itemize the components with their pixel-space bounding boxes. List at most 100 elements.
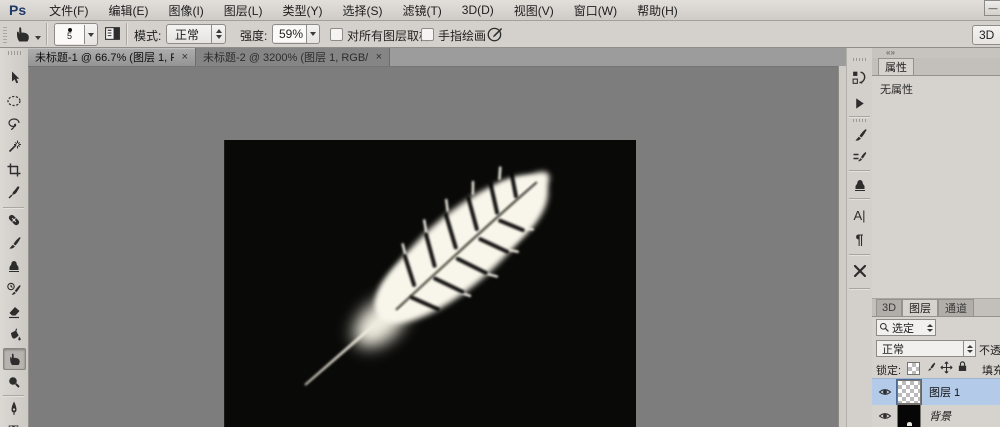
visibility-eye-icon[interactable] bbox=[878, 387, 892, 397]
strength-input[interactable]: 59% bbox=[272, 24, 320, 44]
workspace-switcher-3d[interactable]: 3D bbox=[972, 25, 1000, 45]
character-panel-button[interactable]: A| bbox=[847, 204, 872, 226]
dock-grip[interactable] bbox=[853, 58, 866, 61]
tab-3d-label: 3D bbox=[881, 302, 897, 314]
dock-grip[interactable] bbox=[853, 119, 866, 122]
layer-filter-select[interactable]: 选定 bbox=[876, 319, 936, 336]
brush-size-picker[interactable]: 5 bbox=[54, 23, 98, 46]
visibility-eye-icon[interactable] bbox=[878, 411, 892, 421]
history-brush-icon bbox=[6, 282, 21, 295]
tool-presets-panel-button[interactable] bbox=[847, 260, 872, 282]
separator bbox=[46, 23, 48, 45]
tool-crop[interactable] bbox=[3, 160, 24, 180]
layer-row-background[interactable]: 背景 bbox=[872, 403, 1000, 427]
menu-window[interactable]: 窗口(W) bbox=[564, 2, 627, 19]
tool-elliptical-marquee[interactable] bbox=[3, 91, 24, 111]
doc-tab-2-close-icon[interactable]: × bbox=[376, 51, 382, 63]
tool-clone-stamp[interactable] bbox=[3, 256, 24, 276]
collapse-panels-icon[interactable]: «» bbox=[886, 48, 895, 57]
tool-magic-wand[interactable] bbox=[3, 137, 24, 157]
tool-smudge[interactable] bbox=[3, 348, 26, 370]
dock-separator bbox=[849, 288, 870, 289]
actions-panel-button[interactable] bbox=[847, 92, 872, 114]
mode-select[interactable]: 正常 bbox=[166, 24, 226, 44]
tools-separator bbox=[3, 207, 24, 208]
tool-history-brush[interactable] bbox=[3, 279, 24, 299]
tool-type[interactable]: T bbox=[3, 421, 24, 427]
background-layer-name[interactable]: 背景 bbox=[929, 408, 951, 424]
doc-tab-2[interactable]: 未标题-2 @ 3200% (图层 1, RGB/8) * × bbox=[196, 48, 390, 66]
character-panel-icon: A| bbox=[853, 207, 866, 223]
tool-paint-bucket[interactable] bbox=[3, 325, 24, 345]
dock-separator bbox=[849, 116, 870, 117]
stamp-icon bbox=[854, 179, 865, 191]
finger-painting-checkbox[interactable] bbox=[421, 28, 434, 41]
lock-pixels-icon[interactable] bbox=[924, 361, 937, 374]
menu-filter[interactable]: 滤镜(T) bbox=[392, 2, 451, 19]
menu-type[interactable]: 类型(Y) bbox=[272, 2, 332, 19]
tablet-pressure-button[interactable] bbox=[486, 25, 504, 43]
clone-stamp-panel-button[interactable] bbox=[847, 174, 872, 196]
menu-image[interactable]: 图像(I) bbox=[158, 2, 213, 19]
tab-3d[interactable]: 3D bbox=[876, 299, 902, 316]
paragraph-panel-button[interactable]: ¶ bbox=[847, 228, 872, 250]
tab-channels[interactable]: 通道 bbox=[938, 299, 974, 316]
layers-panel: 3D 图层 通道 选定 正常 不透明度: 锁定: bbox=[872, 298, 1000, 427]
layer1-name[interactable]: 图层 1 bbox=[929, 384, 960, 400]
properties-panel-header[interactable]: «» bbox=[872, 48, 1000, 58]
tab-properties[interactable]: 属性 bbox=[878, 58, 914, 75]
menu-select[interactable]: 选择(S) bbox=[332, 2, 392, 19]
tool-dodge[interactable] bbox=[3, 372, 24, 392]
tools-grip[interactable] bbox=[8, 51, 21, 55]
tools-separator bbox=[3, 395, 24, 396]
tab-layers-label: 图层 bbox=[909, 303, 931, 315]
document-canvas[interactable] bbox=[224, 140, 636, 427]
tool-eraser[interactable] bbox=[3, 302, 24, 322]
minimize-button[interactable]: — bbox=[984, 0, 1000, 16]
menu-help[interactable]: 帮助(H) bbox=[627, 2, 688, 19]
actions-play-icon bbox=[856, 97, 864, 109]
layer-row-layer1[interactable]: 图层 1 bbox=[872, 378, 1000, 405]
lock-all-icon[interactable] bbox=[956, 360, 969, 373]
menu-layer[interactable]: 图层(L) bbox=[214, 2, 273, 19]
workspace-label: 3D bbox=[979, 28, 995, 42]
background-thumbnail[interactable] bbox=[897, 403, 921, 427]
tool-brush[interactable] bbox=[3, 233, 24, 253]
tool-pen[interactable] bbox=[3, 398, 24, 418]
tool-lasso[interactable] bbox=[3, 114, 24, 134]
menu-edit[interactable]: 编辑(E) bbox=[98, 2, 158, 19]
doc-tab-1-close-icon[interactable]: × bbox=[182, 51, 188, 63]
menu-3d[interactable]: 3D(D) bbox=[452, 3, 504, 17]
tool-preset-dropdown-arrow[interactable] bbox=[35, 36, 41, 40]
lock-position-icon[interactable] bbox=[940, 361, 953, 374]
tab-layers[interactable]: 图层 bbox=[902, 299, 938, 316]
lock-transparency-icon[interactable] bbox=[907, 362, 920, 375]
smudge-tool-preset-button[interactable] bbox=[13, 24, 33, 44]
sample-all-layers-checkbox[interactable] bbox=[330, 28, 343, 41]
toggle-brush-panel-button[interactable] bbox=[104, 25, 121, 42]
brush-presets-panel-button[interactable] bbox=[847, 124, 872, 146]
dock-separator bbox=[849, 254, 870, 255]
clone-source-panel-button[interactable] bbox=[847, 146, 872, 168]
layer-filter-value: 选定 bbox=[892, 322, 914, 335]
tool-move[interactable] bbox=[3, 68, 24, 88]
blend-mode-value: 正常 bbox=[882, 343, 904, 356]
tool-eyedropper[interactable] bbox=[3, 183, 24, 203]
tool-healing-brush[interactable] bbox=[3, 210, 24, 230]
options-grip[interactable] bbox=[3, 25, 7, 43]
blend-mode-select[interactable]: 正常 bbox=[876, 340, 976, 357]
paint-bucket-icon bbox=[10, 328, 21, 341]
healing-brush-icon bbox=[8, 214, 19, 226]
photoshop-window: Ps 文件(F) 编辑(E) 图像(I) 图层(L) 类型(Y) 选择(S) 滤… bbox=[0, 0, 1000, 427]
doc-tab-1[interactable]: 未标题-1 @ 66.7% (图层 1, RGB/8) * × bbox=[28, 48, 196, 66]
history-panel-button[interactable] bbox=[847, 66, 872, 88]
mode-label: 模式: bbox=[134, 29, 162, 43]
tools-panel: T bbox=[0, 48, 29, 427]
menu-file[interactable]: 文件(F) bbox=[39, 2, 98, 19]
strength-label: 强度: bbox=[240, 29, 268, 43]
menu-view[interactable]: 视图(V) bbox=[504, 2, 564, 19]
layer1-thumbnail[interactable] bbox=[896, 379, 922, 405]
brush-preview: 5 bbox=[55, 25, 85, 44]
dock-separator bbox=[849, 170, 870, 171]
filter-magnifier-icon bbox=[879, 322, 889, 332]
